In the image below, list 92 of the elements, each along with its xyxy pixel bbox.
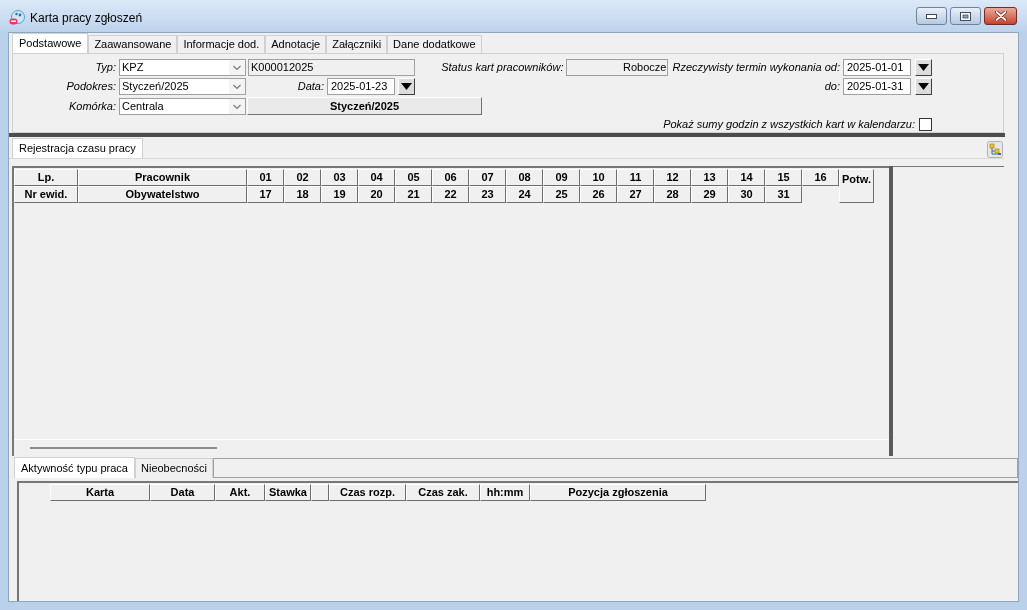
column-header[interactable]: 21 — [395, 186, 432, 203]
column-header[interactable]: Akt. — [215, 484, 265, 501]
column-header[interactable]: Lp. — [14, 169, 78, 186]
column-header[interactable]: 02 — [284, 169, 321, 186]
date-field[interactable]: 2025-01-31 — [843, 78, 911, 95]
column-header[interactable]: Obywatelstwo — [78, 186, 247, 203]
column-header[interactable]: Nr ewid. — [14, 186, 78, 203]
column-header[interactable]: 30 — [728, 186, 765, 203]
column-header[interactable]: 19 — [321, 186, 358, 203]
date-field[interactable]: 2025-01-23 — [327, 78, 395, 95]
checkbox[interactable] — [919, 117, 932, 131]
column-header[interactable]: 20 — [358, 186, 395, 203]
column-header[interactable]: Stawka — [265, 484, 311, 501]
field-label: do: — [824, 79, 841, 95]
date-picker-button[interactable] — [915, 78, 932, 95]
column-header[interactable]: 25 — [543, 186, 580, 203]
chevron-down-icon — [229, 98, 245, 114]
column-header[interactable]: hh:mm — [480, 484, 530, 501]
column-header[interactable]: 10 — [580, 169, 617, 186]
date-field[interactable]: 2025-01-01 — [843, 59, 911, 76]
horizontal-scrollbar[interactable] — [30, 447, 217, 449]
column-header[interactable]: 27 — [617, 186, 654, 203]
column-header[interactable]: 05 — [395, 169, 432, 186]
minimize-button[interactable] — [916, 7, 947, 25]
field-label: Rzeczywisty termin wykonania od: — [671, 60, 841, 76]
close-icon — [994, 11, 1007, 21]
tab[interactable]: Aktywność typu praca — [14, 457, 135, 478]
column-header[interactable]: Czas rozp. — [329, 484, 406, 501]
column-header[interactable]: 04 — [358, 169, 395, 186]
column-header[interactable]: 29 — [691, 186, 728, 203]
date-picker-button[interactable] — [915, 59, 932, 76]
column-header[interactable]: 03 — [321, 169, 358, 186]
tab[interactable]: Załączniki — [326, 35, 388, 53]
triangle-down-icon — [918, 64, 929, 71]
column-header[interactable]: 11 — [617, 169, 654, 186]
type-dropdown[interactable]: KPZ — [119, 59, 246, 76]
field-label: Typ: — [94, 60, 117, 76]
tab[interactable]: Zaawansowane — [88, 35, 178, 53]
column-header[interactable]: Pozycja zgłoszenia — [530, 484, 706, 501]
field-label: Status kart pracowników: — [441, 60, 565, 76]
column-header[interactable]: 07 — [469, 169, 506, 186]
column-header[interactable]: 23 — [469, 186, 506, 203]
column-header[interactable]: 18 — [284, 186, 321, 203]
hierarchy-icon — [987, 141, 1003, 158]
column-header[interactable]: 16 — [802, 169, 839, 186]
field-label: Pokaż sumy godzin z wszystkich kart w kalendarzu: — [663, 116, 916, 132]
column-header[interactable]: 17 — [247, 186, 284, 203]
chevron-down-icon — [229, 60, 245, 75]
field-label: Podokres: — [65, 79, 117, 95]
tab[interactable]: Dane dodatkowe — [387, 35, 482, 53]
column-header[interactable]: 24 — [506, 186, 543, 203]
window-title: Karta pracy zgłoszeń — [30, 9, 143, 27]
maximize-button[interactable] — [950, 7, 981, 25]
column-header[interactable]: 28 — [654, 186, 691, 203]
column-header[interactable]: 01 — [247, 169, 284, 186]
column-header[interactable]: Pracownik — [78, 169, 247, 186]
column-header[interactable]: 22 — [432, 186, 469, 203]
column-header[interactable]: 12 — [654, 169, 691, 186]
triangle-down-icon — [918, 83, 929, 90]
column-header[interactable]: 06 — [432, 169, 469, 186]
tab[interactable]: Informacje dod. — [177, 35, 266, 53]
tab[interactable]: Nieobecności — [135, 458, 214, 478]
period-button[interactable]: Styczeń/2025 — [247, 97, 482, 115]
code-field: K000012025 — [248, 59, 415, 76]
tab[interactable]: Podstawowe — [12, 33, 89, 53]
triangle-down-icon — [401, 83, 412, 90]
column-header[interactable]: 13 — [691, 169, 728, 186]
date-picker-button[interactable] — [398, 78, 415, 95]
minimize-icon — [926, 13, 937, 19]
status-field: Robocze — [566, 59, 669, 76]
column-header[interactable]: 31 — [765, 186, 802, 203]
maximize-icon — [960, 11, 971, 21]
app-icon — [9, 9, 25, 26]
grid-settings-button[interactable] — [987, 141, 1003, 158]
column-header[interactable]: 09 — [543, 169, 580, 186]
chevron-down-icon — [229, 79, 245, 94]
blank-column-header[interactable] — [311, 484, 329, 501]
column-header[interactable]: 08 — [506, 169, 543, 186]
column-header[interactable]: 26 — [580, 186, 617, 203]
close-button[interactable] — [984, 7, 1017, 25]
unit-dropdown[interactable]: Centrala — [119, 97, 246, 115]
field-label: Komórka: — [67, 98, 117, 114]
column-header[interactable]: Data — [150, 484, 215, 501]
tab[interactable]: Adnotacje — [265, 35, 327, 53]
column-header[interactable]: 15 — [765, 169, 802, 186]
column-header[interactable]: 14 — [728, 169, 765, 186]
field-label: Data: — [297, 79, 325, 95]
subperiod-dropdown[interactable]: Styczeń/2025 — [119, 78, 246, 95]
column-header[interactable]: Karta — [50, 484, 150, 501]
column-header[interactable]: Czas zak. — [406, 484, 480, 501]
column-header[interactable]: Potw. — [839, 169, 874, 203]
tab[interactable]: Rejestracja czasu pracy — [12, 138, 143, 158]
